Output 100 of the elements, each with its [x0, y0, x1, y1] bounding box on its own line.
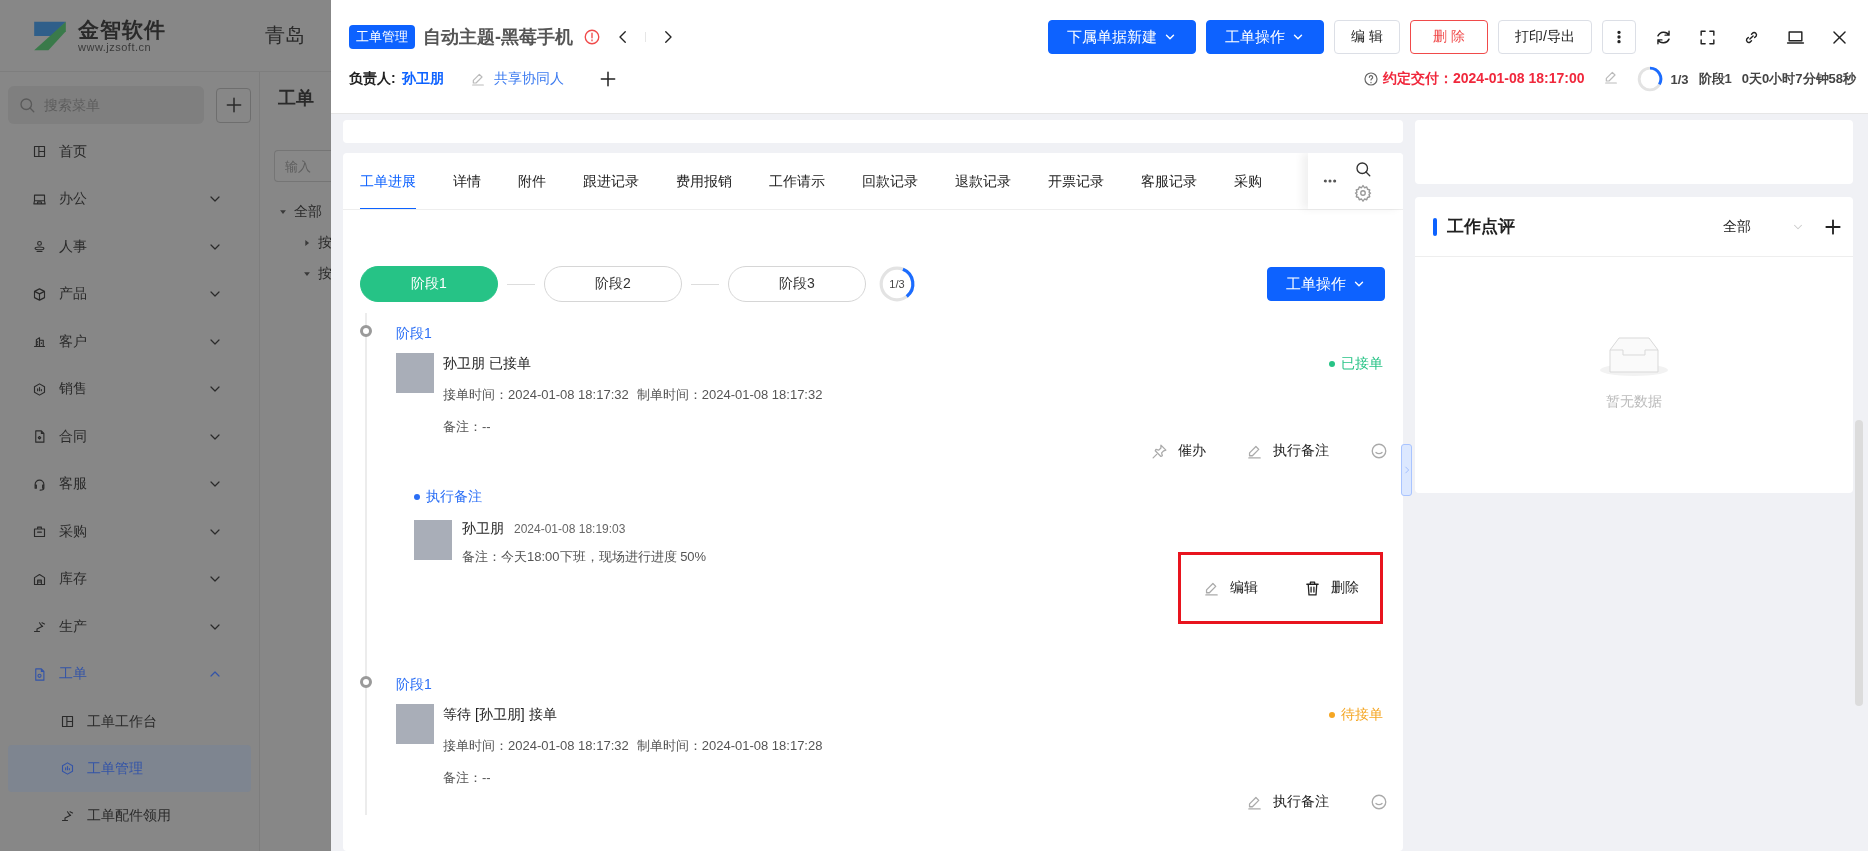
- edit-button[interactable]: 执行备注: [1246, 438, 1329, 464]
- help-icon: [1363, 71, 1379, 87]
- menu-item[interactable]: 采购: [8, 508, 251, 556]
- progress-count: 1/3: [1670, 71, 1689, 87]
- tree-item[interactable]: 按: [278, 258, 334, 289]
- record-title: 自动主题-黑莓手机: [423, 26, 573, 49]
- hexagon-icon: [60, 761, 75, 776]
- search-icon: [1354, 160, 1372, 178]
- tree-item[interactable]: 按: [278, 227, 334, 258]
- search-button[interactable]: [1354, 160, 1372, 178]
- buildings-icon: [32, 334, 47, 350]
- settings-button[interactable]: [1354, 184, 1372, 202]
- status-label: 已接单: [1341, 355, 1383, 373]
- tab[interactable]: 开票记录: [1048, 153, 1104, 209]
- pencil-icon: [469, 71, 486, 87]
- menu-item[interactable]: 首页: [8, 128, 251, 176]
- entry-title: 孙卫朋 已接单: [443, 355, 531, 373]
- current-stage: 阶段1: [1698, 70, 1732, 88]
- menu-label: 工单: [59, 665, 88, 684]
- tree-item[interactable]: 全部: [278, 196, 334, 227]
- bag-icon: [32, 524, 47, 540]
- cube-icon: [32, 286, 47, 302]
- document-icon: [32, 666, 47, 682]
- menu-item[interactable]: 人事: [8, 223, 251, 271]
- menu-label: 库存: [59, 570, 88, 589]
- owner-link[interactable]: 孙卫朋: [401, 70, 444, 88]
- stage-label: 阶段1: [396, 676, 433, 694]
- search-icon: [18, 96, 36, 114]
- tab[interactable]: 费用报销: [676, 153, 732, 209]
- layout-icon: [60, 714, 75, 729]
- submenu-item[interactable]: 工单工作台: [8, 698, 251, 745]
- deadline-text: 约定交付：2024-01-08 18:17:00: [1383, 70, 1585, 88]
- tab[interactable]: 跟进记录: [583, 153, 639, 209]
- warning-icon: [583, 28, 601, 46]
- menu-item[interactable]: 产品: [8, 270, 251, 318]
- tab[interactable]: 详情: [453, 153, 481, 209]
- tree-label: 按: [318, 233, 332, 252]
- create-time: 制单时间：2024-01-08 18:17:28: [636, 737, 823, 755]
- company-name: 青岛: [265, 23, 305, 48]
- menu-item[interactable]: 生产: [8, 603, 251, 651]
- filter-select[interactable]: 全部: [1723, 217, 1805, 236]
- menu-item[interactable]: 合同: [8, 413, 251, 461]
- tab[interactable]: 回款记录: [862, 153, 918, 209]
- action-button[interactable]: 编 辑: [1334, 20, 1401, 54]
- trash-icon: [1303, 579, 1321, 597]
- tab[interactable]: 附件: [518, 153, 546, 209]
- submenu-item[interactable]: 工单配件领用: [8, 792, 251, 839]
- menu-label: 销售: [59, 380, 88, 399]
- urge-button[interactable]: 催办: [1151, 438, 1206, 464]
- menu-item[interactable]: 客服: [8, 460, 251, 508]
- menu-item[interactable]: 客户: [8, 318, 251, 366]
- tab[interactable]: 客服记录: [1141, 153, 1197, 209]
- tree-label: 按: [318, 264, 332, 283]
- settings-icon: [1354, 184, 1372, 202]
- menu-label: 工单配件领用: [87, 806, 172, 825]
- add-button[interactable]: [216, 87, 251, 123]
- delete-button[interactable]: 删 除: [1410, 20, 1489, 54]
- layout-icon: [32, 144, 47, 160]
- bullet-dot: [414, 494, 420, 500]
- tree-label: 全部: [294, 202, 322, 221]
- tab[interactable]: 工作请示: [769, 153, 825, 209]
- collapse-handle[interactable]: [1401, 444, 1412, 496]
- menu-label: 办公: [59, 190, 88, 209]
- note-text: 备注：今天18:00下班，现场进行进度 50%: [462, 548, 708, 566]
- menu-label: 客户: [59, 332, 88, 351]
- create-time: 制单时间：2024-01-08 18:17:32: [636, 386, 823, 404]
- entry-note: 备注：--: [443, 418, 492, 436]
- delete-button[interactable]: 删除: [1303, 575, 1359, 601]
- note-author: 孙卫朋: [462, 520, 504, 538]
- tab[interactable]: 退款记录: [955, 153, 1011, 209]
- menu-label: 客服: [59, 475, 88, 494]
- more-button[interactable]: [1602, 20, 1636, 54]
- smiley-icon: [1370, 442, 1388, 460]
- logo-url: www.jzsoft.cn: [78, 41, 153, 54]
- pencil-icon: [1602, 69, 1619, 85]
- warehouse-icon: [32, 571, 47, 587]
- tab[interactable]: 工单进展: [360, 153, 416, 209]
- action-button[interactable]: 打印/导出: [1498, 20, 1592, 54]
- dropdown-button[interactable]: 下属单据新建: [1048, 20, 1197, 54]
- document-icon: [32, 429, 47, 445]
- menu-label: 工单管理: [87, 759, 144, 778]
- scrollbar-thumb[interactable]: [1855, 420, 1863, 706]
- hexagon-icon: [32, 381, 47, 397]
- entry-note: 备注：--: [443, 769, 492, 787]
- menu-item[interactable]: 库存: [8, 555, 251, 603]
- menu-item[interactable]: 办公: [8, 175, 251, 223]
- page-title: 工单: [278, 87, 315, 110]
- collaborators-link[interactable]: 共享协同人: [469, 70, 564, 88]
- smiley-icon: [1370, 793, 1388, 811]
- status-label: 待接单: [1341, 706, 1383, 724]
- menu-item[interactable]: 销售: [8, 365, 251, 413]
- menu-label: 人事: [59, 237, 88, 256]
- dropdown-button[interactable]: 工单操作: [1206, 20, 1325, 54]
- tab[interactable]: 采购: [1234, 153, 1262, 209]
- dropdown-button[interactable]: 工单操作: [1267, 267, 1385, 301]
- edit-button[interactable]: 编辑: [1202, 575, 1258, 601]
- stage-label: 阶段1: [396, 325, 433, 343]
- menu-label: 产品: [59, 285, 88, 304]
- edit-button[interactable]: 执行备注: [1246, 789, 1329, 815]
- logo-name: 金智软件: [78, 17, 166, 42]
